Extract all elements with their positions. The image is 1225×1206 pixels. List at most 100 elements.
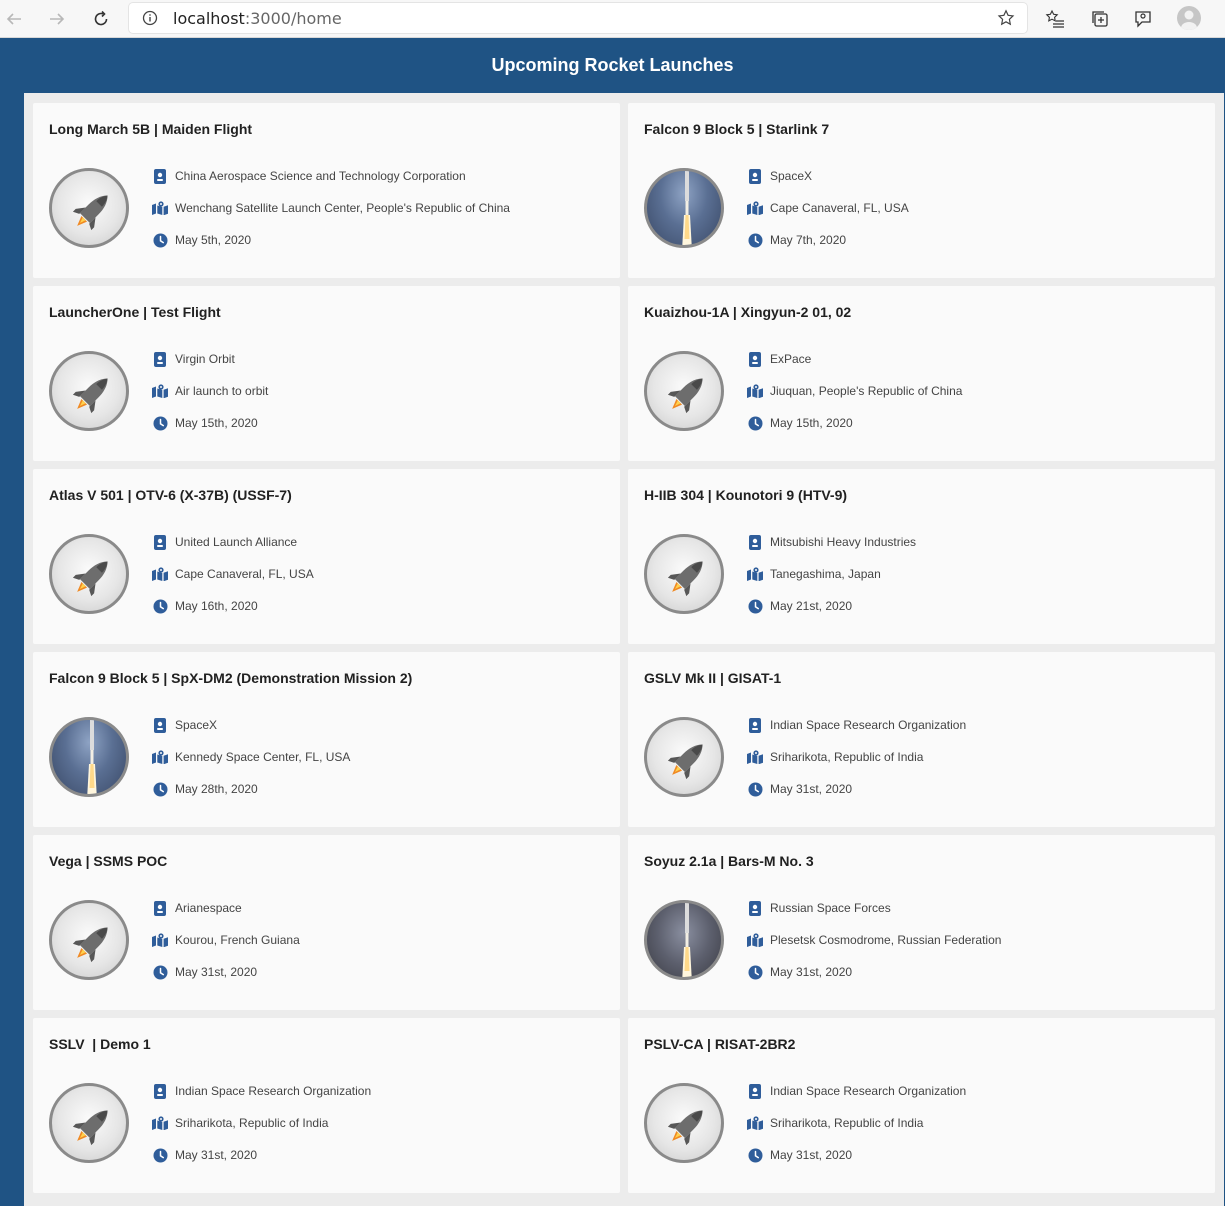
launch-location: Jiuquan, People's Republic of China bbox=[770, 384, 963, 398]
back-arrow-icon[interactable] bbox=[2, 7, 26, 31]
launch-card[interactable]: H-IIB 304 | Kounotori 9 (HTV-9) Mitsubis… bbox=[628, 469, 1215, 644]
launch-location: Tanegashima, Japan bbox=[770, 567, 881, 581]
favorite-star-icon[interactable] bbox=[997, 9, 1015, 32]
url-path: :3000/home bbox=[244, 9, 342, 28]
id-badge-icon bbox=[152, 1083, 168, 1099]
launch-image bbox=[49, 534, 129, 614]
launch-image bbox=[49, 900, 129, 980]
launch-card[interactable]: PSLV-CA | RISAT-2BR2 Indian Space Resear… bbox=[628, 1018, 1215, 1193]
agency-name: United Launch Alliance bbox=[175, 535, 298, 549]
clock-icon bbox=[747, 598, 763, 614]
agency-name: Indian Space Research Organization bbox=[175, 1084, 372, 1098]
launch-date: May 21st, 2020 bbox=[770, 599, 853, 613]
launch-date: May 31st, 2020 bbox=[175, 965, 258, 979]
rocket-icon bbox=[72, 195, 108, 231]
id-badge-icon bbox=[747, 900, 763, 916]
map-marked-icon bbox=[747, 200, 763, 216]
date-row: May 7th, 2020 bbox=[747, 232, 846, 248]
launch-image bbox=[644, 534, 724, 614]
launch-date: May 31st, 2020 bbox=[770, 1148, 853, 1162]
agency-row: Indian Space Research Organization bbox=[152, 1083, 371, 1099]
launch-list: Long March 5B | Maiden Flight China Aero… bbox=[24, 93, 1224, 1206]
address-bar[interactable]: localhost:3000/home bbox=[129, 3, 1027, 33]
date-row: May 31st, 2020 bbox=[747, 781, 852, 797]
rocket-icon bbox=[72, 1110, 108, 1146]
launch-image bbox=[644, 1083, 724, 1163]
agency-row: Indian Space Research Organization bbox=[747, 1083, 966, 1099]
favorites-list-icon[interactable] bbox=[1044, 8, 1066, 30]
agency-row: Mitsubishi Heavy Industries bbox=[747, 534, 916, 550]
collections-icon[interactable] bbox=[1089, 8, 1111, 30]
map-marked-icon bbox=[747, 749, 763, 765]
launch-card[interactable]: LauncherOne | Test Flight Virgin Orbit A… bbox=[33, 286, 620, 461]
agency-name: Indian Space Research Organization bbox=[770, 718, 967, 732]
launch-title: H-IIB 304 | Kounotori 9 (HTV-9) bbox=[644, 487, 848, 503]
rocket-icon bbox=[72, 561, 108, 597]
launch-card[interactable]: Kuaizhou-1A | Xingyun-2 01, 02 ExPace Ji… bbox=[628, 286, 1215, 461]
forward-arrow-icon[interactable] bbox=[45, 7, 69, 31]
location-row: Plesetsk Cosmodrome, Russian Federation bbox=[747, 932, 1001, 948]
id-badge-icon bbox=[747, 168, 763, 184]
launch-location: Cape Canaveral, FL, USA bbox=[175, 567, 314, 581]
location-row: Cape Canaveral, FL, USA bbox=[747, 200, 909, 216]
location-row: Sriharikota, Republic of India bbox=[152, 1115, 328, 1131]
launch-card[interactable]: Vega | SSMS POC Arianespace Kourou, Fren… bbox=[33, 835, 620, 1010]
clock-icon bbox=[152, 232, 168, 248]
date-row: May 31st, 2020 bbox=[747, 964, 852, 980]
date-row: May 21st, 2020 bbox=[747, 598, 852, 614]
launch-card[interactable]: Long March 5B | Maiden Flight China Aero… bbox=[33, 103, 620, 278]
launch-title: LauncherOne | Test Flight bbox=[49, 304, 221, 320]
launch-image bbox=[644, 717, 724, 797]
launch-photo bbox=[682, 171, 692, 245]
date-row: May 31st, 2020 bbox=[152, 1147, 257, 1163]
rocket-icon bbox=[667, 744, 703, 780]
launch-card[interactable]: SSLV | Demo 1 Indian Space Research Orga… bbox=[33, 1018, 620, 1193]
agency-row: Russian Space Forces bbox=[747, 900, 891, 916]
launch-image bbox=[644, 351, 724, 431]
id-badge-icon bbox=[747, 1083, 763, 1099]
launch-image bbox=[644, 900, 724, 980]
launch-location: Kennedy Space Center, FL, USA bbox=[175, 750, 351, 764]
clock-icon bbox=[747, 1147, 763, 1163]
launch-photo bbox=[682, 903, 692, 977]
agency-name: Indian Space Research Organization bbox=[770, 1084, 967, 1098]
clock-icon bbox=[747, 415, 763, 431]
refresh-icon[interactable] bbox=[89, 7, 113, 31]
launch-card[interactable]: Atlas V 501 | OTV-6 (X-37B) (USSF-7) Uni… bbox=[33, 469, 620, 644]
map-marked-icon bbox=[152, 383, 168, 399]
id-badge-icon bbox=[152, 351, 168, 367]
launch-date: May 16th, 2020 bbox=[175, 599, 258, 613]
id-badge-icon bbox=[152, 717, 168, 733]
location-row: Sriharikota, Republic of India bbox=[747, 1115, 923, 1131]
launch-title: Kuaizhou-1A | Xingyun-2 01, 02 bbox=[644, 304, 852, 320]
launch-date: May 31st, 2020 bbox=[175, 1148, 258, 1162]
agency-name: ExPace bbox=[770, 352, 812, 366]
location-row: Jiuquan, People's Republic of China bbox=[747, 383, 962, 399]
profile-avatar[interactable] bbox=[1177, 6, 1201, 30]
id-badge-icon bbox=[152, 168, 168, 184]
launch-image bbox=[49, 717, 129, 797]
launch-image bbox=[49, 168, 129, 248]
map-marked-icon bbox=[152, 1115, 168, 1131]
launch-title: Falcon 9 Block 5 | SpX-DM2 (Demonstratio… bbox=[49, 670, 413, 686]
browser-toolbar: localhost:3000/home bbox=[0, 0, 1225, 38]
agency-name: China Aerospace Science and Technology C… bbox=[175, 169, 466, 183]
rocket-icon bbox=[667, 561, 703, 597]
launch-card[interactable]: GSLV Mk II | GISAT-1 Indian Space Resear… bbox=[628, 652, 1215, 827]
location-row: Kennedy Space Center, FL, USA bbox=[152, 749, 350, 765]
map-marked-icon bbox=[152, 932, 168, 948]
launch-card[interactable]: Falcon 9 Block 5 | Starlink 7 SpaceX Cap… bbox=[628, 103, 1215, 278]
location-row: Sriharikota, Republic of India bbox=[747, 749, 923, 765]
date-row: May 15th, 2020 bbox=[747, 415, 853, 431]
page-title: Upcoming Rocket Launches bbox=[491, 55, 734, 75]
launch-date: May 5th, 2020 bbox=[175, 233, 252, 247]
launch-card[interactable]: Falcon 9 Block 5 | SpX-DM2 (Demonstratio… bbox=[33, 652, 620, 827]
launch-date: May 31st, 2020 bbox=[770, 965, 853, 979]
map-marked-icon bbox=[747, 1115, 763, 1131]
location-row: Wenchang Satellite Launch Center, People… bbox=[152, 200, 510, 216]
launch-card[interactable]: Soyuz 2.1a | Bars-M No. 3 Russian Space … bbox=[628, 835, 1215, 1010]
launch-title: GSLV Mk II | GISAT-1 bbox=[644, 670, 782, 686]
launch-location: Kourou, French Guiana bbox=[175, 933, 300, 947]
feedback-icon[interactable] bbox=[1132, 8, 1154, 30]
info-icon[interactable] bbox=[142, 10, 158, 31]
